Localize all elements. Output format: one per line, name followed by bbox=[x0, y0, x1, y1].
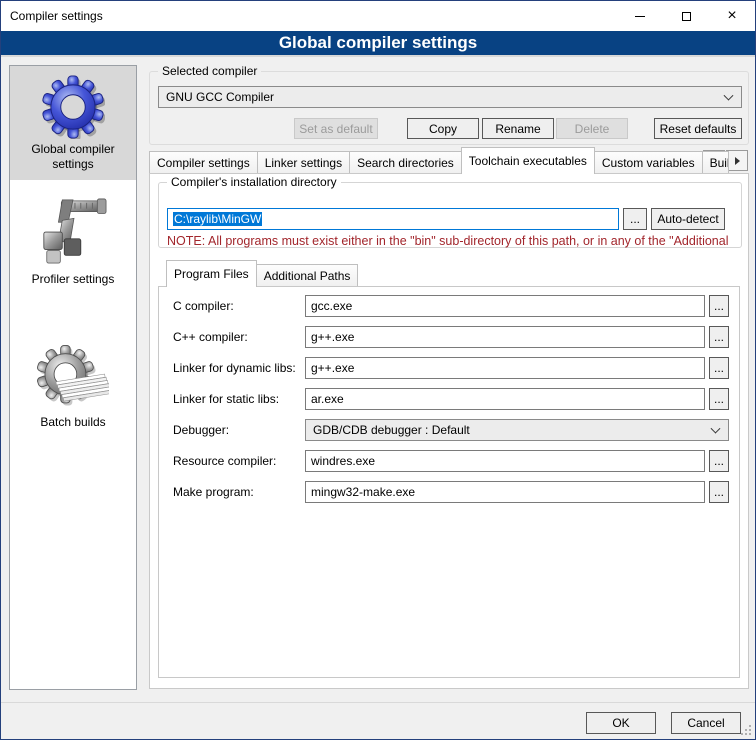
tab-scroll-right-button[interactable] bbox=[726, 150, 748, 171]
programs-tabbar: Program Files Additional Paths bbox=[166, 260, 357, 287]
sidebar-item-batch-builds[interactable]: Batch builds bbox=[10, 333, 136, 438]
footer-divider bbox=[1, 702, 755, 703]
delete-button[interactable]: Delete bbox=[556, 118, 628, 139]
gray-gear-stack-icon bbox=[37, 342, 109, 412]
sidebar-item-global-compiler-settings[interactable]: Global compiler settings bbox=[10, 66, 136, 180]
reset-defaults-button[interactable]: Reset defaults bbox=[654, 118, 742, 139]
ok-button[interactable]: OK bbox=[586, 712, 656, 734]
delete-label: Delete bbox=[575, 122, 610, 136]
tab-program-files[interactable]: Program Files bbox=[166, 260, 257, 287]
c-compiler-input[interactable]: gcc.exe bbox=[305, 295, 705, 317]
tab-custom-variables[interactable]: Custom variables bbox=[594, 151, 703, 173]
auto-detect-button[interactable]: Auto-detect bbox=[651, 208, 725, 230]
blue-gear-icon bbox=[41, 75, 105, 139]
auto-detect-label: Auto-detect bbox=[657, 212, 718, 226]
tab-search-directories[interactable]: Search directories bbox=[349, 151, 462, 173]
installation-directory-value: C:\raylib\MinGW bbox=[173, 212, 262, 226]
chevron-down-icon bbox=[724, 91, 734, 101]
sidebar-item-label: Batch builds bbox=[12, 415, 134, 430]
resource-compiler-input[interactable]: windres.exe bbox=[305, 450, 705, 472]
caliper-icon bbox=[38, 195, 108, 269]
arrow-right-icon bbox=[735, 157, 740, 165]
minimize-button[interactable] bbox=[617, 1, 663, 31]
linker-static-browse-button[interactable]: ... bbox=[709, 388, 729, 410]
title-bar[interactable]: Compiler settings × bbox=[1, 1, 755, 31]
rename-label: Rename bbox=[495, 122, 540, 136]
browse-ellipsis-label: ... bbox=[714, 485, 724, 499]
make-program-browse-button[interactable]: ... bbox=[709, 481, 729, 503]
program-files-panel: C compiler: gcc.exe ... C++ compiler: g+… bbox=[158, 286, 740, 678]
browse-ellipsis-label: ... bbox=[714, 454, 724, 468]
copy-button[interactable]: Copy bbox=[407, 118, 479, 139]
c-compiler-label: C compiler: bbox=[173, 295, 234, 317]
toolchain-executables-panel: Compiler's installation directory C:\ray… bbox=[149, 173, 749, 689]
cancel-button[interactable]: Cancel bbox=[671, 712, 741, 734]
installation-directory-browse-button[interactable]: ... bbox=[623, 208, 647, 230]
debugger-label: Debugger: bbox=[173, 419, 229, 441]
close-button[interactable]: × bbox=[709, 1, 755, 31]
reset-defaults-label: Reset defaults bbox=[660, 122, 737, 136]
copy-label: Copy bbox=[429, 122, 457, 136]
window-controls: × bbox=[617, 1, 755, 31]
banner-title: Global compiler settings bbox=[279, 33, 477, 53]
cpp-compiler-browse-button[interactable]: ... bbox=[709, 326, 729, 348]
resource-compiler-browse-button[interactable]: ... bbox=[709, 450, 729, 472]
linker-dynamic-browse-button[interactable]: ... bbox=[709, 357, 729, 379]
cpp-compiler-input[interactable]: g++.exe bbox=[305, 326, 705, 348]
tab-additional-paths[interactable]: Additional Paths bbox=[256, 264, 359, 286]
resource-compiler-label: Resource compiler: bbox=[173, 450, 276, 472]
debugger-select[interactable]: GDB/CDB debugger : Default bbox=[305, 419, 729, 441]
linker-static-label: Linker for static libs: bbox=[173, 388, 279, 410]
maximize-button[interactable] bbox=[663, 1, 709, 31]
resize-grip[interactable] bbox=[741, 725, 752, 736]
make-program-label: Make program: bbox=[173, 481, 254, 503]
installation-directory-input[interactable]: C:\raylib\MinGW bbox=[167, 208, 619, 230]
sidebar-item-label: Global compiler settings bbox=[12, 142, 134, 172]
tab-build-options[interactable]: Build options bbox=[702, 151, 729, 173]
linker-dynamic-label: Linker for dynamic libs: bbox=[173, 357, 296, 379]
bin-subdirectory-note: NOTE: All programs must exist either in … bbox=[167, 234, 737, 248]
selected-compiler-legend: Selected compiler bbox=[158, 64, 261, 78]
browse-ellipsis-label: ... bbox=[714, 330, 724, 344]
minimize-icon bbox=[635, 16, 645, 17]
installation-directory-legend: Compiler's installation directory bbox=[167, 175, 341, 189]
set-as-default-label: Set as default bbox=[299, 122, 372, 136]
browse-ellipsis-label: ... bbox=[630, 212, 640, 226]
compiler-select[interactable]: GNU GCC Compiler bbox=[158, 86, 742, 108]
sidebar-item-label: Profiler settings bbox=[12, 272, 134, 287]
set-as-default-button[interactable]: Set as default bbox=[294, 118, 378, 139]
installation-directory-group: Compiler's installation directory C:\ray… bbox=[158, 182, 742, 248]
rename-button[interactable]: Rename bbox=[482, 118, 554, 139]
ok-label: OK bbox=[612, 716, 629, 730]
tab-linker-settings[interactable]: Linker settings bbox=[257, 151, 350, 173]
main-tabbar: Compiler settings Linker settings Search… bbox=[149, 147, 728, 174]
linker-static-input[interactable]: ar.exe bbox=[305, 388, 705, 410]
compiler-settings-dialog: Compiler settings × Global compiler sett… bbox=[0, 0, 756, 740]
cpp-compiler-label: C++ compiler: bbox=[173, 326, 248, 348]
tab-compiler-settings[interactable]: Compiler settings bbox=[149, 151, 258, 173]
make-program-input[interactable]: mingw32-make.exe bbox=[305, 481, 705, 503]
sidebar-item-profiler-settings[interactable]: Profiler settings bbox=[10, 186, 136, 295]
tab-toolchain-executables[interactable]: Toolchain executables bbox=[461, 147, 595, 174]
browse-ellipsis-label: ... bbox=[714, 392, 724, 406]
chevron-down-icon bbox=[711, 424, 721, 434]
compiler-select-value: GNU GCC Compiler bbox=[166, 90, 274, 104]
close-icon: × bbox=[727, 11, 736, 21]
debugger-select-value: GDB/CDB debugger : Default bbox=[313, 423, 470, 437]
dialog-banner: Global compiler settings bbox=[1, 31, 755, 57]
selected-compiler-group: Selected compiler GNU GCC Compiler Set a… bbox=[149, 71, 749, 145]
settings-category-list: Global compiler settings bbox=[9, 65, 137, 690]
cancel-label: Cancel bbox=[687, 716, 724, 730]
maximize-icon bbox=[682, 12, 691, 21]
linker-dynamic-input[interactable]: g++.exe bbox=[305, 357, 705, 379]
window-title: Compiler settings bbox=[10, 9, 103, 23]
c-compiler-browse-button[interactable]: ... bbox=[709, 295, 729, 317]
browse-ellipsis-label: ... bbox=[714, 361, 724, 375]
browse-ellipsis-label: ... bbox=[714, 299, 724, 313]
